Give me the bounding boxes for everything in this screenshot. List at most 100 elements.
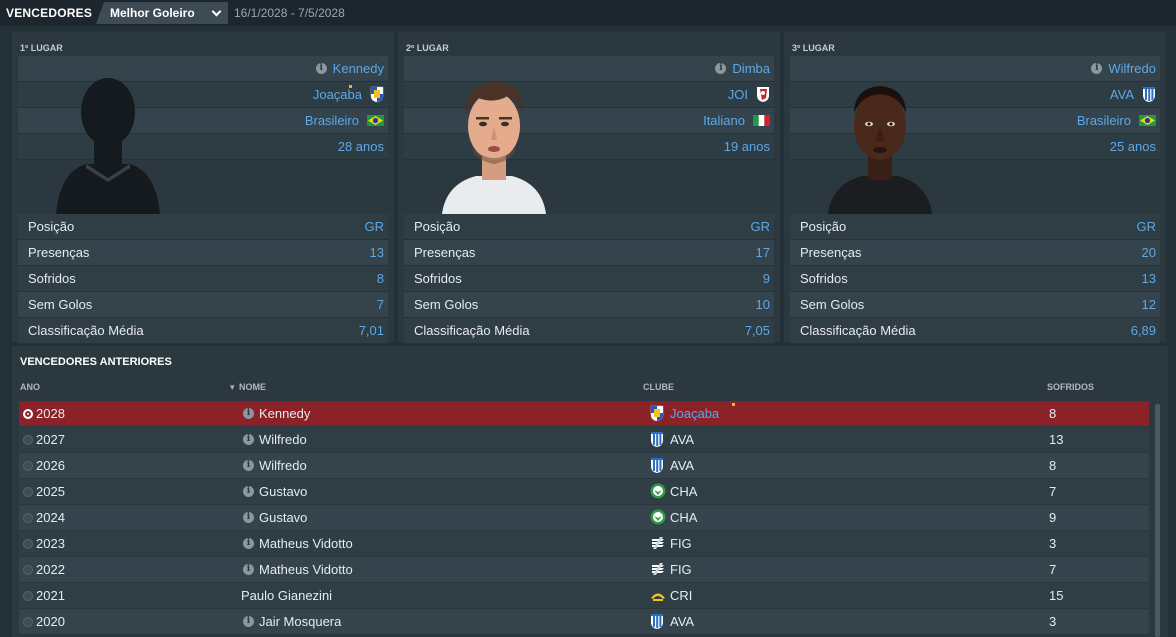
row-radio[interactable]: [23, 617, 33, 627]
player-name[interactable]: Wilfredo: [1108, 61, 1156, 76]
row-club[interactable]: FIG: [670, 562, 692, 577]
italy-flag-icon: [753, 115, 770, 126]
table-row[interactable]: 2020 i Jair Mosquera AVA 3: [19, 609, 1149, 635]
row-club[interactable]: Joaçaba: [670, 406, 719, 421]
scrollbar[interactable]: [1155, 404, 1160, 637]
player-nationality[interactable]: Brasileiro: [1077, 113, 1131, 128]
top-bar: VENCEDORES Melhor Goleiro 16/1/2028 - 7/…: [0, 0, 1176, 26]
table-row[interactable]: 2022 i Matheus Vidotto FIG 7: [19, 557, 1149, 583]
table-row[interactable]: 2026 i Wilfredo AVA 8: [19, 453, 1149, 479]
stat-value[interactable]: 6,89: [1131, 323, 1156, 338]
stat-row: Classificação Média 7,01: [18, 318, 388, 344]
player-nationality[interactable]: Italiano: [703, 113, 745, 128]
table-row[interactable]: 2027 i Wilfredo AVA 13: [19, 427, 1149, 453]
info-icon[interactable]: i: [243, 512, 254, 523]
stat-value[interactable]: 9: [763, 271, 770, 286]
stat-value[interactable]: 7: [377, 297, 384, 312]
table-row[interactable]: 2024 i Gustavo CHA 9: [19, 505, 1149, 531]
player-name[interactable]: Dimba: [732, 61, 770, 76]
stat-value[interactable]: 13: [370, 245, 384, 260]
table-row[interactable]: 2021 Paulo Gianezini CRI 15: [19, 583, 1149, 609]
info-icon[interactable]: i: [243, 408, 254, 419]
chevron-down-icon: [211, 6, 222, 16]
player-stats: Posição GR Presenças 13 Sofridos 8 Sem Golo…: [18, 214, 388, 344]
info-icon[interactable]: i: [243, 564, 254, 575]
stat-value[interactable]: GR: [751, 219, 771, 234]
status-dot: [349, 85, 352, 88]
player-club[interactable]: AVA: [1110, 87, 1134, 102]
row-club[interactable]: AVA: [670, 458, 694, 473]
column-header-name[interactable]: NOME: [239, 382, 266, 392]
stat-value[interactable]: 12: [1142, 297, 1156, 312]
stat-value[interactable]: 17: [756, 245, 770, 260]
row-name[interactable]: Gustavo: [259, 510, 307, 525]
table-row[interactable]: 2025 i Gustavo CHA 7: [19, 479, 1149, 505]
player-stats: Posição GR Presenças 17 Sofridos 9 Sem Golo…: [404, 214, 774, 344]
row-year: 2025: [36, 484, 65, 499]
row-radio[interactable]: [23, 591, 33, 601]
row-radio[interactable]: [23, 409, 33, 419]
stat-label: Classificação Média: [28, 323, 144, 338]
podium-card-1: 1º LUGAR i Kennedy Joaçaba Brasileiro 28…: [12, 32, 394, 344]
column-header-club[interactable]: CLUBE: [643, 382, 674, 392]
row-club[interactable]: AVA: [670, 432, 694, 447]
info-icon[interactable]: i: [243, 434, 254, 445]
player-name[interactable]: Kennedy: [333, 61, 384, 76]
player-club[interactable]: Joaçaba: [313, 87, 362, 102]
table-row[interactable]: 2028 i Kennedy Joaçaba 8: [19, 401, 1149, 427]
player-portrait: [828, 86, 932, 214]
column-header-conceded[interactable]: SOFRIDOS: [1047, 382, 1094, 392]
row-radio[interactable]: [23, 539, 33, 549]
row-name: Paulo Gianezini: [241, 588, 333, 603]
info-icon[interactable]: i: [315, 63, 327, 74]
info-icon[interactable]: i: [243, 538, 254, 549]
info-icon[interactable]: i: [715, 63, 727, 74]
status-dot: [732, 403, 735, 406]
stat-value[interactable]: GR: [365, 219, 385, 234]
stat-value[interactable]: 8: [377, 271, 384, 286]
stat-label: Sem Golos: [414, 297, 479, 312]
award-dropdown[interactable]: Melhor Goleiro: [96, 2, 228, 24]
stat-value[interactable]: 7,01: [359, 323, 384, 338]
row-name[interactable]: Wilfredo: [259, 458, 307, 473]
column-header-year[interactable]: ANO: [20, 382, 40, 392]
row-radio[interactable]: [23, 487, 33, 497]
row-name[interactable]: Kennedy: [259, 406, 310, 421]
row-radio[interactable]: [23, 461, 33, 471]
info-icon[interactable]: i: [243, 616, 254, 627]
row-name[interactable]: Matheus Vidotto: [259, 536, 353, 551]
row-club[interactable]: FIG: [670, 536, 692, 551]
row-name[interactable]: Matheus Vidotto: [259, 562, 353, 577]
row-club[interactable]: CHA: [670, 510, 697, 525]
stat-label: Sofridos: [800, 271, 848, 286]
row-year: 2028: [36, 406, 65, 421]
info-icon[interactable]: i: [1091, 63, 1103, 74]
stat-value[interactable]: 7,05: [745, 323, 770, 338]
row-name[interactable]: Gustavo: [259, 484, 307, 499]
place-label: 2º LUGAR: [406, 43, 449, 53]
row-radio[interactable]: [23, 565, 33, 575]
stat-value[interactable]: 10: [756, 297, 770, 312]
club-crest-icon: [650, 457, 664, 474]
row-name[interactable]: Jair Mosquera: [259, 614, 341, 629]
stat-value[interactable]: 20: [1142, 245, 1156, 260]
row-radio[interactable]: [23, 513, 33, 523]
stat-row: Classificação Média 7,05: [404, 318, 774, 344]
row-club[interactable]: CHA: [670, 484, 697, 499]
row-radio[interactable]: [23, 435, 33, 445]
stat-value[interactable]: 13: [1142, 271, 1156, 286]
row-name[interactable]: Wilfredo: [259, 432, 307, 447]
info-icon[interactable]: i: [243, 486, 254, 497]
row-club[interactable]: AVA: [670, 614, 694, 629]
player-nationality[interactable]: Brasileiro: [305, 113, 359, 128]
player-club[interactable]: JOI: [728, 87, 748, 102]
row-club[interactable]: CRI: [670, 588, 692, 603]
stat-value[interactable]: GR: [1137, 219, 1157, 234]
club-crest-icon: [650, 405, 664, 422]
table-row[interactable]: 2023 i Matheus Vidotto FIG 3: [19, 531, 1149, 557]
row-year: 2026: [36, 458, 65, 473]
club-crest-icon: [650, 509, 666, 525]
info-icon[interactable]: i: [243, 460, 254, 471]
stat-row: Posição GR: [404, 214, 774, 240]
stat-row: Sem Golos 10: [404, 292, 774, 318]
